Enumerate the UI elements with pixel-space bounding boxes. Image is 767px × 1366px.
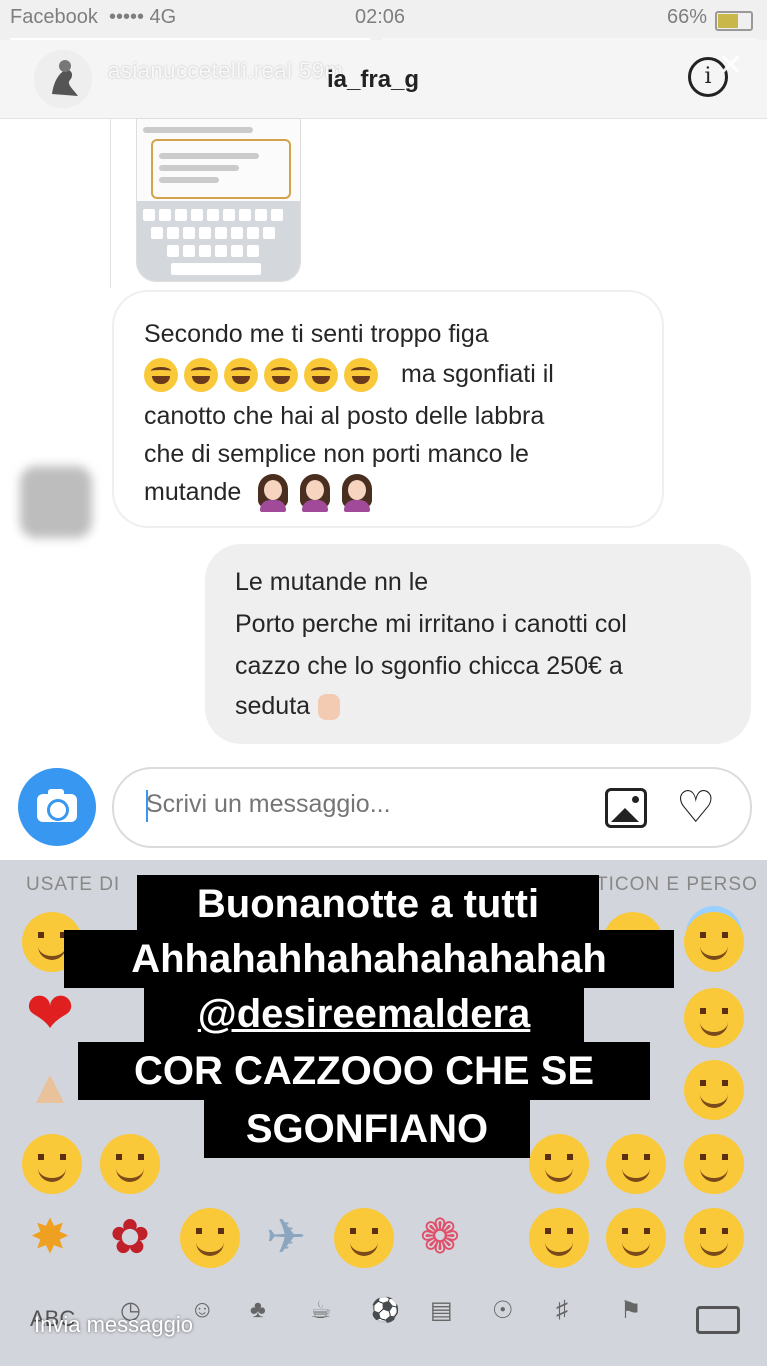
objects-icon[interactable]: ☉ [492,1296,514,1325]
flags-icon[interactable]: ⚑ [620,1296,642,1325]
keyboard-section-label: USATE DI [26,874,121,895]
story-username[interactable]: asianuccetelli.real 59m [108,58,343,84]
gallery-icon[interactable] [605,788,647,828]
sports-icon[interactable]: ⚽ [370,1296,400,1325]
heart-eyes-emoji-icon[interactable] [22,1134,82,1194]
caption-line: COR CAZZOOO CHE SE [78,1042,650,1100]
message-input[interactable] [146,790,586,819]
camera-button[interactable] [18,768,96,846]
keyboard-section-label: TICON E PERSO [596,874,758,895]
delete-icon[interactable] [696,1306,740,1334]
laughing-emoji-icon [224,358,258,393]
message-line: Porto perche mi irritano i canotti col [235,610,627,638]
send-message-hint: Invia messaggio [34,1312,193,1337]
caption-line: Ahhahahhahahahahahah [64,930,674,988]
wink-emoji-icon[interactable] [684,1134,744,1194]
heart-emoji-icon[interactable]: ❤ [20,984,80,1044]
laughing-emoji-icon [304,358,338,393]
caption-mention[interactable]: @desireemaldera [144,985,584,1043]
message-line: mutande [144,472,382,513]
close-icon[interactable]: ✕ [718,48,743,83]
message-line: cazzo che lo sgonfio chicca 250€ a [235,652,623,680]
status-bar: Facebook ••••• 4G 02:06 66% [0,0,767,40]
caption-line: Buonanotte a tutti [137,875,599,933]
laughing-emoji-icon [264,358,298,393]
carrier-label: Facebook ••••• 4G [10,6,177,28]
upside-down-emoji-icon[interactable] [684,1060,744,1120]
clock: 02:06 [355,6,406,28]
message-line: Secondo me ti senti troppo figa [144,320,489,348]
collision-emoji-icon[interactable]: ✸ [20,1208,80,1268]
rose-emoji-icon[interactable]: ✿ [100,1208,160,1268]
woman-emoji-icon [298,474,332,513]
smileys-icon[interactable]: ☺ [190,1296,215,1324]
animals-icon[interactable]: ♣ [250,1296,266,1324]
message-line: Le mutande nn le [235,568,429,596]
travel-icon[interactable]: ▤ [430,1296,453,1325]
received-message[interactable]: Secondo me ti senti troppo figa ma sgonf… [112,290,664,528]
caption-line: SGONFIANO [204,1100,530,1158]
message-line: ma sgonfiati il [144,354,554,395]
blush-emoji-icon[interactable] [606,1208,666,1268]
smile-emoji-icon[interactable] [684,988,744,1048]
woman-emoji-icon [256,474,290,513]
sunglasses-emoji-icon[interactable] [180,1208,240,1268]
relieved-emoji-icon[interactable] [684,1208,744,1268]
laughing-emoji-icon [344,358,378,393]
blush-emoji-icon[interactable] [100,1134,160,1194]
hand-emoji-icon [318,694,341,721]
laughing-emoji-icon [184,358,218,393]
sent-message[interactable]: Le mutande nn le Porto perche mi irritan… [205,544,751,744]
laughing-emoji-icon [144,358,178,393]
message-line: canotto che hai al posto delle labbra [144,402,545,430]
food-icon[interactable]: ☕ [310,1296,332,1325]
battery-icon [715,11,753,31]
airplane-emoji-icon[interactable]: ✈ [256,1208,316,1268]
battery-percent: 66% [666,6,707,28]
heart-icon[interactable]: ♡ [676,784,715,832]
praying-hands-emoji-icon[interactable]: ▲ [20,1058,80,1118]
shared-screenshot-thumbnail[interactable] [136,118,301,282]
wink-emoji-icon[interactable] [334,1208,394,1268]
chat-username[interactable]: ia_fra_g [327,66,419,94]
symbols-icon[interactable]: ♯ [556,1296,568,1324]
text-caret [146,790,148,822]
message-line: seduta [235,686,341,727]
laughing-emoji-icon[interactable] [529,1208,589,1268]
woman-emoji-icon [340,474,374,513]
grin-emoji-icon[interactable] [529,1134,589,1194]
relaxed-emoji-icon[interactable] [606,1134,666,1194]
message-line: che di semplice non porti manco le [144,440,529,468]
thread-divider [110,118,111,288]
story-avatar[interactable] [34,50,92,108]
sender-avatar[interactable] [20,466,92,538]
angel-emoji-icon[interactable] [684,912,744,972]
octopus-emoji-icon[interactable]: ❁ [410,1208,470,1268]
